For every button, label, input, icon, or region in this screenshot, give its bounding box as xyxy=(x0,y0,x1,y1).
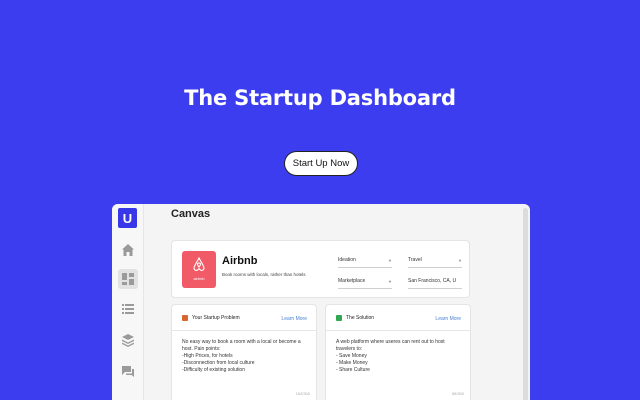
industry-select[interactable]: Travel ▼ xyxy=(408,253,462,268)
solution-line: travelers to: xyxy=(336,346,363,352)
chevron-down-icon: ▼ xyxy=(388,278,392,284)
sidebar-item-dashboard[interactable] xyxy=(118,269,138,289)
solution-panel: The Solution Learn More A web platform w… xyxy=(325,304,471,400)
home-icon xyxy=(122,244,134,256)
business-model-select-value: Marketplace xyxy=(338,278,366,284)
stage-select[interactable]: Ideation ▼ xyxy=(338,253,392,268)
problem-line: host. Pain points: xyxy=(182,346,221,352)
problem-panel-header: Your Startup Problem Learn More xyxy=(172,305,316,331)
location-input[interactable]: San Francisco, CA, U xyxy=(408,274,462,289)
problem-text[interactable]: No easy way to book a room with a local … xyxy=(182,339,308,374)
chat-icon xyxy=(122,366,134,377)
business-model-select[interactable]: Marketplace ▼ xyxy=(338,274,392,289)
chevron-down-icon: ▼ xyxy=(458,257,462,263)
industry-select-value: Travel xyxy=(408,257,422,263)
scrollbar[interactable] xyxy=(523,208,528,400)
dashboard-icon xyxy=(122,273,134,285)
airbnb-logo-icon xyxy=(193,257,205,271)
problem-line: -Difficulty of existing solution xyxy=(182,367,245,373)
sidebar-item-chat[interactable] xyxy=(118,361,138,381)
problem-char-count: 163/300 xyxy=(295,391,310,396)
sidebar: U xyxy=(112,204,144,400)
problem-panel-title: Your Startup Problem xyxy=(192,315,240,321)
sidebar-item-home[interactable] xyxy=(118,240,138,260)
problem-panel: Your Startup Problem Learn More No easy … xyxy=(171,304,317,400)
app-logo[interactable]: U xyxy=(118,208,137,228)
page-title: Canvas xyxy=(171,208,211,220)
startup-card: airbnb Airbnb Book rooms with locals, ra… xyxy=(171,240,470,298)
solution-char-count: 85/300 xyxy=(451,391,464,396)
stage-select-value: Ideation xyxy=(338,257,356,263)
hero-title: The Startup Dashboard xyxy=(184,86,456,110)
location-input-value: San Francisco, CA, U xyxy=(408,278,457,284)
sidebar-item-list[interactable] xyxy=(118,299,138,319)
solution-line: - Save Money xyxy=(336,353,367,359)
company-name: Airbnb xyxy=(222,255,258,267)
problem-line: -Disconnection from local culture xyxy=(182,360,255,366)
chevron-down-icon: ▼ xyxy=(388,257,392,263)
sidebar-item-layers[interactable] xyxy=(118,330,138,350)
solution-line: A web platform where useres can rent out… xyxy=(336,339,445,345)
company-logo-text: airbnb xyxy=(193,276,205,281)
app-window: U Canvas airbnb Airbnb Book rooms with l… xyxy=(112,204,530,400)
x-box-icon xyxy=(182,315,188,321)
solution-panel-title: The Solution xyxy=(346,315,375,321)
company-tagline: Book rooms with locals, rather than hote… xyxy=(222,272,306,277)
solution-line: - Share Culture xyxy=(336,367,370,373)
problem-line: -High Prices, for hotels xyxy=(182,353,233,359)
problem-learn-more-link[interactable]: Learn More xyxy=(281,316,307,322)
solution-learn-more-link[interactable]: Learn More xyxy=(435,316,461,322)
layers-icon xyxy=(122,334,134,347)
list-icon xyxy=(122,304,134,314)
solution-line: - Make Money xyxy=(336,360,368,366)
company-logo: airbnb xyxy=(182,251,216,288)
problem-line: No easy way to book a room with a local … xyxy=(182,339,301,345)
solution-text[interactable]: A web platform where useres can rent out… xyxy=(336,339,462,374)
solution-panel-header: The Solution Learn More xyxy=(326,305,470,331)
start-up-now-button[interactable]: Start Up Now xyxy=(284,151,358,176)
check-box-icon xyxy=(336,315,342,321)
